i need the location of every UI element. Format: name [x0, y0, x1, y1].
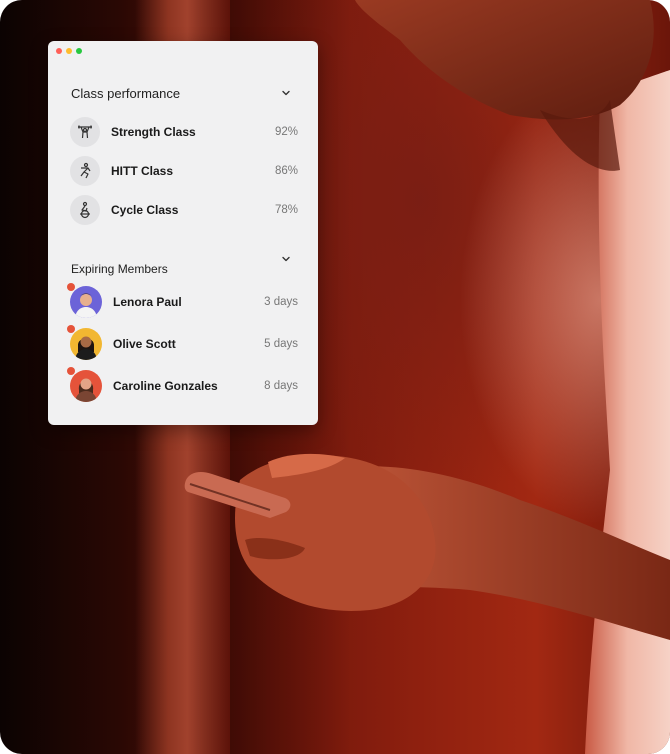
member-row-olive[interactable]: Olive Scott 5 days — [67, 325, 298, 360]
close-window-dot[interactable] — [56, 48, 62, 54]
hero-photo-frame: Class performance Strength Class 92% HIT… — [0, 0, 670, 754]
maximize-window-dot[interactable] — [76, 48, 82, 54]
class-score: 86% — [274, 165, 298, 177]
member-row-lenora[interactable]: Lenora Paul 3 days — [67, 283, 298, 318]
status-badge — [67, 283, 75, 291]
class-name: Cycle Class — [111, 203, 179, 217]
days-remaining: 5 days — [264, 338, 298, 350]
window-controls — [56, 48, 82, 54]
class-name: HITT Class — [111, 164, 174, 178]
member-name: Olive Scott — [113, 337, 176, 351]
member-row-caroline[interactable]: Caroline Gonzales 8 days — [67, 367, 298, 402]
days-remaining: 8 days — [264, 380, 298, 392]
running-icon — [70, 156, 100, 186]
class-row-strength[interactable]: Strength Class 92% — [70, 117, 298, 147]
class-name: Strength Class — [111, 125, 196, 139]
minimize-window-dot[interactable] — [66, 48, 72, 54]
days-remaining: 3 days — [264, 296, 298, 308]
class-row-hitt[interactable]: HITT Class 86% — [70, 156, 298, 186]
avatar — [67, 283, 102, 318]
class-score: 78% — [274, 204, 298, 216]
avatar — [67, 367, 102, 402]
class-performance-title: Class performance — [71, 86, 181, 101]
cycling-icon — [70, 195, 100, 225]
status-badge — [67, 325, 75, 333]
class-row-cycle[interactable]: Cycle Class 78% — [70, 195, 298, 225]
chevron-down-icon[interactable] — [280, 87, 292, 99]
avatar — [67, 325, 102, 360]
dashboard-widget-card: Class performance Strength Class 92% HIT… — [48, 41, 318, 425]
class-score: 92% — [274, 126, 298, 138]
chevron-down-icon[interactable] — [280, 253, 292, 265]
expiring-members-title: Expiring Members — [71, 262, 168, 276]
status-badge — [67, 367, 75, 375]
member-name: Lenora Paul — [113, 295, 182, 309]
weightlifting-icon — [70, 117, 100, 147]
member-name: Caroline Gonzales — [113, 379, 218, 393]
